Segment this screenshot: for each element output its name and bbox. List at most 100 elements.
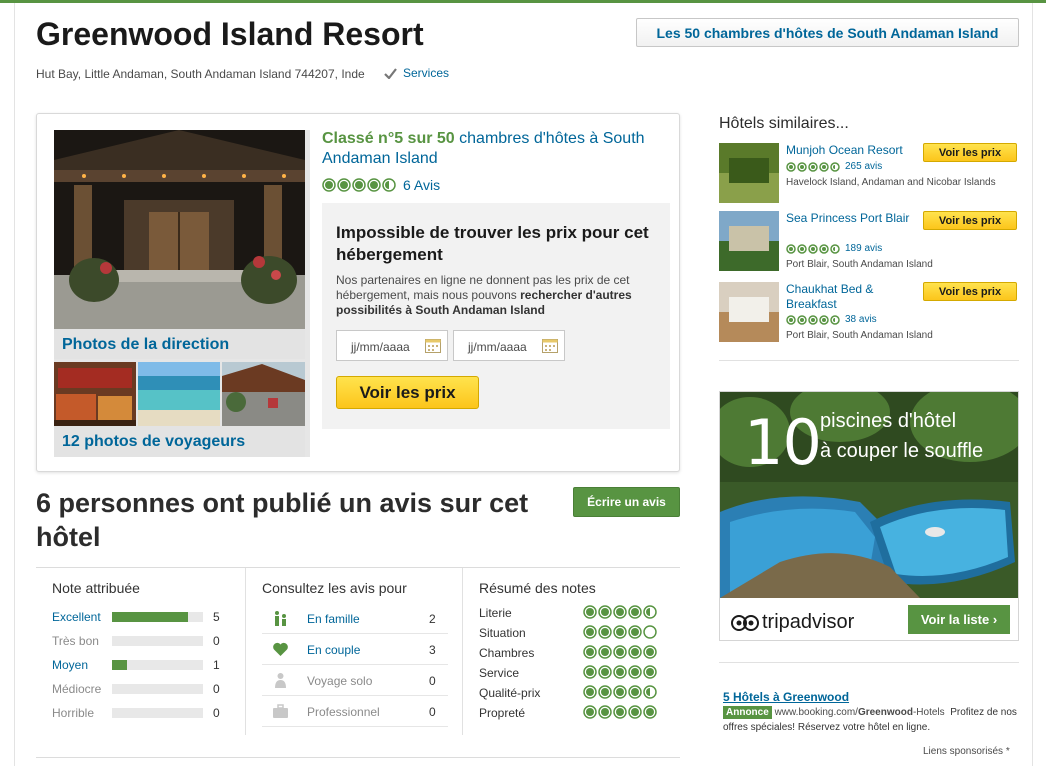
ad-view-list-button[interactable]: Voir la liste ›	[908, 605, 1010, 634]
rating-level-bar	[112, 684, 203, 694]
similar-hotel-rating[interactable]: 38 avis	[786, 314, 877, 325]
rating-distribution-header: Note attribuée	[52, 580, 140, 596]
rating-bubble-icon	[598, 645, 612, 659]
rating-level-count: 1	[213, 658, 220, 672]
ranking-text[interactable]: Classé n°5 sur 50 chambres d'hôtes à Sou…	[322, 129, 667, 169]
page-border-left	[14, 3, 15, 766]
calendar-icon[interactable]	[425, 338, 441, 353]
similar-hotel-prices-button[interactable]: Voir les prix	[923, 143, 1017, 162]
rating-bubbles	[786, 243, 840, 254]
rating-level-count: 0	[213, 634, 220, 648]
similar-hotel-prices-button[interactable]: Voir les prix	[923, 282, 1017, 301]
photo-thumbnail[interactable]	[222, 362, 305, 426]
rating-bubble-icon	[613, 605, 627, 619]
traveler-type-label: En couple	[307, 643, 361, 657]
main-hotel-photo[interactable]	[54, 130, 305, 329]
ad-badge: Annonce	[723, 706, 772, 719]
divider	[719, 360, 1019, 361]
rating-summary-row: Situation	[479, 625, 659, 641]
similar-hotel-rating[interactable]: 189 avis	[786, 243, 882, 254]
similar-hotel-rating[interactable]: 265 avis	[786, 161, 882, 172]
similar-hotel-item: Munjoh Ocean Resort 265 avis Havelock Is…	[719, 143, 1019, 203]
checkout-placeholder: jj/mm/aaaa	[468, 340, 527, 354]
similar-hotel-name[interactable]: Chaukhat Bed & Breakfast	[786, 282, 916, 312]
rating-distribution-row: Horrible 0	[52, 705, 222, 721]
checkmark-icon	[384, 67, 397, 79]
rating-bubble-icon	[808, 243, 818, 254]
rating-bubble-icon	[598, 705, 612, 719]
rating-level-fill	[112, 612, 188, 622]
sponsored-ad-title[interactable]: 5 Hôtels à Greenwood	[723, 690, 1023, 705]
photo-thumbnail[interactable]	[54, 362, 136, 426]
rating-bubble-icon	[819, 161, 829, 172]
traveler-type-filter[interactable]: En couple 3	[262, 634, 448, 665]
rating-bubble-icon	[613, 705, 627, 719]
rating-bubble-icon	[583, 605, 597, 619]
similar-hotel-reviews: 38 avis	[845, 314, 877, 325]
rating-bubble-icon	[643, 645, 657, 659]
person-icon	[275, 673, 286, 688]
similar-hotel-item: Chaukhat Bed & Breakfast 38 avis Port Bl…	[719, 282, 1019, 342]
rating-level-bar	[112, 612, 203, 622]
rating-level-label: Très bon	[52, 634, 99, 648]
sponsored-ad-url[interactable]: www.booking.com/Greenwood-Hotels	[775, 707, 945, 718]
top-bnb-link-button[interactable]: Les 50 chambres d'hôtes de South Andaman…	[636, 18, 1019, 47]
tripadvisor-pools-ad[interactable]: 10 piscines d'hôtel à couper le souffle …	[719, 391, 1019, 641]
calendar-icon[interactable]	[542, 338, 558, 353]
divider	[36, 567, 680, 568]
rating-distribution-row[interactable]: Excellent 5	[52, 609, 222, 625]
briefcase-icon	[273, 704, 288, 718]
traveler-photos-link[interactable]: 12 photos de voyageurs	[54, 426, 305, 457]
rating-level-label: Horrible	[52, 706, 95, 720]
divider	[462, 568, 463, 735]
rating-category-label: Situation	[479, 626, 526, 640]
management-photos-link[interactable]: Photos de la direction	[54, 329, 305, 359]
traveler-type-count: 0	[429, 705, 436, 719]
similar-hotel-reviews: 189 avis	[845, 243, 883, 254]
rating-bubble-icon	[786, 161, 796, 172]
rating-bubble-icon	[628, 645, 642, 659]
view-prices-button[interactable]: Voir les prix	[336, 376, 479, 409]
checkout-date-field[interactable]: jj/mm/aaaa	[453, 330, 565, 361]
similar-hotel-location: Havelock Island, Andaman and Nicobar Isl…	[786, 177, 996, 188]
heart-icon	[273, 642, 288, 656]
divider	[719, 662, 1019, 663]
hotel-address: Hut Bay, Little Andaman, South Andaman I…	[36, 67, 365, 81]
rating-level-bar	[112, 708, 203, 718]
sponsored-ad-body: Annonce www.booking.com/Greenwood-Hotels…	[723, 705, 1023, 735]
similar-hotel-photo[interactable]	[719, 211, 779, 271]
rating-bubble-icon	[613, 665, 627, 679]
photo-thumbnail[interactable]	[138, 362, 220, 426]
rating-level-bar	[112, 660, 203, 670]
checkin-date-field[interactable]: jj/mm/aaaa	[336, 330, 448, 361]
traveler-type-filter[interactable]: En famille 2	[262, 603, 448, 634]
rating-bubble-icon	[643, 605, 657, 619]
similar-hotel-name[interactable]: Sea Princess Port Blair	[786, 211, 916, 226]
traveler-type-label: Professionnel	[307, 705, 380, 719]
rating-bubble-icon	[613, 685, 627, 699]
rating-level-label: Excellent	[52, 610, 101, 624]
similar-hotels-title: Hôtels similaires...	[719, 115, 849, 132]
url-part-bold: Greenwood	[857, 707, 913, 718]
rating-summary[interactable]: 6 Avis	[322, 177, 440, 193]
similar-hotel-name[interactable]: Munjoh Ocean Resort	[786, 143, 916, 158]
rating-bubble-icon	[598, 685, 612, 699]
reviews-count-link: 6 Avis	[403, 177, 441, 193]
rating-summary-header: Résumé des notes	[479, 580, 596, 596]
rating-level-count: 0	[213, 682, 220, 696]
similar-hotel-photo[interactable]	[719, 143, 779, 203]
rating-bubble-icon	[598, 605, 612, 619]
services-link[interactable]: Services	[384, 66, 449, 80]
price-search-box: Impossible de trouver les prix pour cet …	[322, 203, 670, 429]
similar-hotel-photo[interactable]	[719, 282, 779, 342]
similar-hotel-prices-button[interactable]: Voir les prix	[923, 211, 1017, 230]
checkin-placeholder: jj/mm/aaaa	[351, 340, 410, 354]
page-border-right	[1032, 3, 1033, 766]
rating-level-count: 0	[213, 706, 220, 720]
rating-bubble-icon	[786, 314, 796, 325]
rating-distribution-row[interactable]: Moyen 1	[52, 657, 222, 673]
rating-bubble-icon	[583, 685, 597, 699]
rating-category-label: Qualité-prix	[479, 686, 541, 700]
traveler-photo-thumbnails	[54, 362, 305, 426]
write-review-button[interactable]: Écrire un avis	[573, 487, 680, 517]
